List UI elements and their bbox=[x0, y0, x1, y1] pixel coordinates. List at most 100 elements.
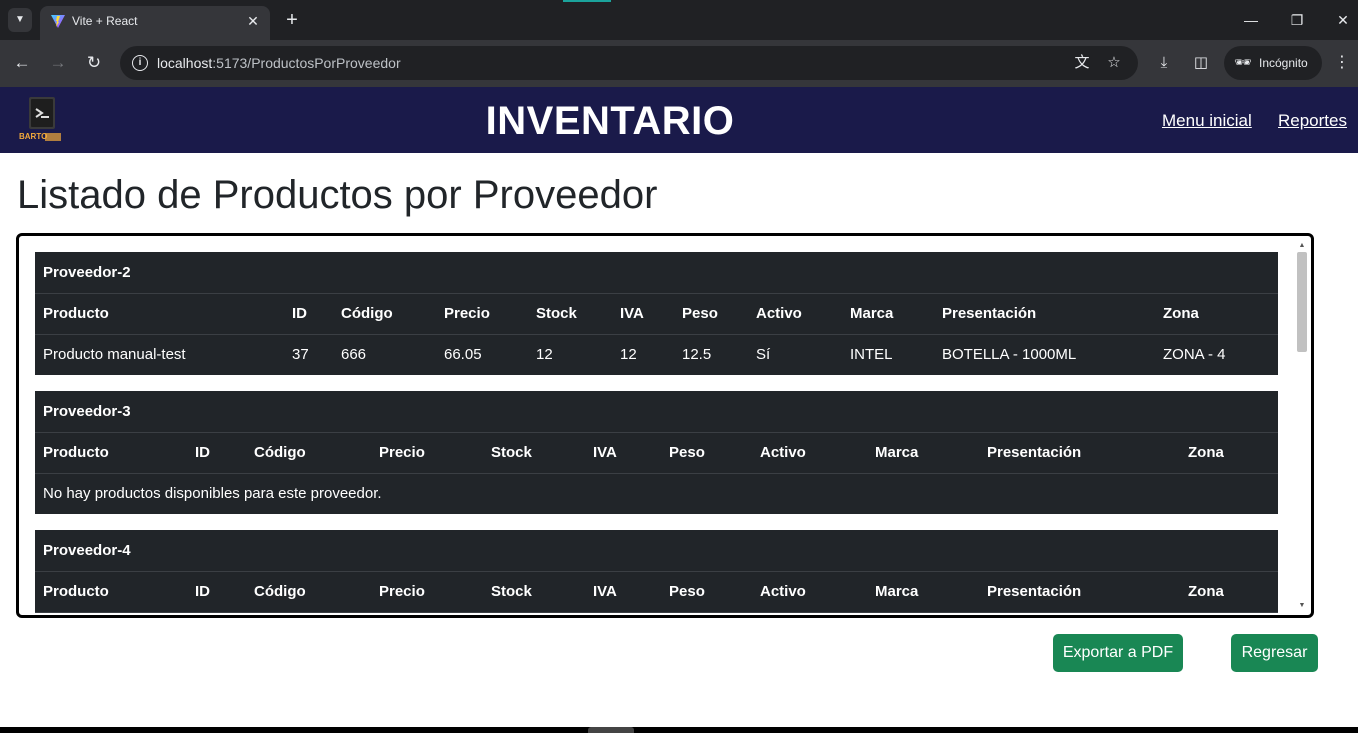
table-cell: 12 bbox=[620, 346, 637, 364]
column-header: Código bbox=[246, 571, 371, 613]
column-header: Precio bbox=[371, 571, 483, 613]
export-pdf-button[interactable]: Exportar a PDF bbox=[1053, 634, 1183, 672]
provider-table: Proveedor-3 Producto ID Código Precio St… bbox=[35, 391, 1278, 514]
column-header: Activo bbox=[748, 293, 842, 335]
table-header-row: Producto ID Código Precio Stock IVA Peso… bbox=[35, 293, 1278, 335]
provider-name-row: Proveedor-4 bbox=[35, 530, 1278, 572]
column-header: IVA bbox=[585, 571, 661, 613]
incognito-icon: 🕶 bbox=[1234, 54, 1252, 70]
column-header: Presentación bbox=[934, 293, 1155, 335]
table-cell: 12.5 bbox=[682, 346, 712, 364]
tab-title: Vite + React bbox=[72, 14, 138, 28]
page-title: Listado de Productos por Proveedor bbox=[17, 173, 658, 217]
scroll-down-icon[interactable]: ▼ bbox=[1298, 602, 1306, 610]
provider-table: Proveedor-2 Producto ID Código Precio St… bbox=[35, 252, 1278, 375]
scrollbar-thumb[interactable] bbox=[1297, 252, 1307, 352]
table-cell: ZONA - 4 bbox=[1163, 346, 1226, 364]
column-header: Código bbox=[333, 293, 436, 335]
column-header: Peso bbox=[674, 293, 748, 335]
column-header: Stock bbox=[483, 571, 585, 613]
browser-tab-bar: ▼ Vite + React ✕ + — ❐ ✕ bbox=[0, 0, 1358, 40]
column-header: Activo bbox=[752, 432, 867, 474]
column-header: ID bbox=[187, 571, 246, 613]
vite-logo-icon bbox=[51, 15, 65, 28]
empty-row: No hay productos disponibles para este p… bbox=[35, 473, 1278, 514]
close-window-icon[interactable]: ✕ bbox=[1333, 10, 1353, 30]
taskbar-indicator bbox=[588, 727, 634, 733]
column-header: Producto bbox=[35, 432, 187, 474]
nav-link-menu-inicial[interactable]: Menu inicial bbox=[1162, 111, 1252, 131]
bookmark-star-icon[interactable]: ☆ bbox=[1104, 53, 1124, 73]
page-viewport: BARTO INVENTARIO Menu inicial Reportes L… bbox=[0, 87, 1358, 727]
column-header: Peso bbox=[661, 571, 752, 613]
table-cell: 666 bbox=[341, 346, 367, 364]
column-header: IVA bbox=[585, 432, 661, 474]
column-header: ID bbox=[187, 432, 246, 474]
table-cell: Producto manual-test bbox=[43, 346, 186, 364]
tab-strip-accent bbox=[563, 0, 611, 2]
provider-name-row: Proveedor-3 bbox=[35, 391, 1278, 433]
column-header: Stock bbox=[528, 293, 612, 335]
table-cell: INTEL bbox=[850, 346, 893, 364]
close-tab-icon[interactable]: ✕ bbox=[244, 12, 262, 30]
table-header-row: Producto ID Código Precio Stock IVA Peso… bbox=[35, 432, 1278, 474]
url-text[interactable]: localhost:5173/ProductosPorProveedor bbox=[157, 55, 401, 71]
back-button[interactable]: Regresar bbox=[1231, 634, 1318, 672]
browser-menu-icon[interactable]: ⋮ bbox=[1334, 52, 1350, 74]
download-icon[interactable]: ⤓ bbox=[1153, 52, 1175, 74]
new-tab-icon[interactable]: + bbox=[282, 8, 302, 32]
side-panel-icon[interactable]: ◫ bbox=[1190, 52, 1212, 74]
column-header: Zona bbox=[1180, 571, 1278, 613]
table-cell: 66.05 bbox=[444, 346, 482, 364]
minimize-icon[interactable]: — bbox=[1241, 10, 1261, 30]
app-title: INVENTARIO bbox=[485, 99, 735, 143]
incognito-badge[interactable]: 🕶 Incógnito bbox=[1224, 46, 1322, 80]
providers-scroll-container[interactable]: Proveedor-2 Producto ID Código Precio St… bbox=[16, 233, 1314, 618]
column-header: Activo bbox=[752, 571, 867, 613]
restore-icon[interactable]: ❐ bbox=[1287, 10, 1307, 30]
column-header: ID bbox=[284, 293, 333, 335]
scroll-up-icon[interactable]: ▲ bbox=[1298, 242, 1306, 250]
column-header: Presentación bbox=[979, 571, 1180, 613]
column-header: Marca bbox=[867, 571, 979, 613]
column-header: Marca bbox=[867, 432, 979, 474]
table-cell: 12 bbox=[536, 346, 553, 364]
provider-name: Proveedor-4 bbox=[35, 530, 1278, 572]
column-header: Zona bbox=[1155, 293, 1278, 335]
column-header: Peso bbox=[661, 432, 752, 474]
translate-icon[interactable]: 文 bbox=[1072, 53, 1092, 73]
address-bar[interactable]: i localhost:5173/ProductosPorProveedor 文… bbox=[120, 46, 1138, 80]
column-header: Marca bbox=[842, 293, 934, 335]
chevron-down-icon: ▼ bbox=[15, 14, 25, 25]
table-cell: Sí bbox=[756, 346, 771, 364]
providers-list: Proveedor-2 Producto ID Código Precio St… bbox=[35, 252, 1278, 615]
back-arrow-icon[interactable]: ← bbox=[11, 52, 33, 74]
provider-name-row: Proveedor-2 bbox=[35, 252, 1278, 294]
taskbar-strip bbox=[0, 727, 1358, 733]
column-header: IVA bbox=[612, 293, 674, 335]
app-navbar: BARTO INVENTARIO Menu inicial Reportes bbox=[0, 87, 1358, 153]
reload-icon[interactable]: ↻ bbox=[83, 52, 105, 74]
column-header: Código bbox=[246, 432, 371, 474]
column-header: Precio bbox=[436, 293, 528, 335]
column-header: Producto bbox=[35, 571, 187, 613]
browser-tab[interactable]: Vite + React ✕ bbox=[40, 6, 270, 40]
table-cell: BOTELLA - 1000ML bbox=[942, 346, 1077, 364]
column-header: Zona bbox=[1180, 432, 1278, 474]
column-header: Precio bbox=[371, 432, 483, 474]
vertical-scrollbar[interactable]: ▲ ▼ bbox=[1295, 240, 1309, 612]
table-row: Producto manual-test 37 666 66.05 12 12 … bbox=[35, 334, 1278, 375]
provider-table: Proveedor-4 Producto ID Código Precio St… bbox=[35, 530, 1278, 613]
nav-link-reportes[interactable]: Reportes bbox=[1278, 111, 1347, 131]
empty-message: No hay productos disponibles para este p… bbox=[43, 485, 382, 503]
column-header: Producto bbox=[35, 293, 284, 335]
incognito-label: Incógnito bbox=[1259, 56, 1308, 70]
site-info-icon[interactable]: i bbox=[132, 55, 148, 71]
column-header: Presentación bbox=[979, 432, 1180, 474]
tab-search-button[interactable]: ▼ bbox=[8, 8, 32, 32]
browser-toolbar: ← → ↻ i localhost:5173/ProductosPorProve… bbox=[0, 40, 1358, 87]
column-header: Stock bbox=[483, 432, 585, 474]
forward-arrow-icon[interactable]: → bbox=[47, 52, 69, 74]
table-header-row: Producto ID Código Precio Stock IVA Peso… bbox=[35, 571, 1278, 613]
provider-name: Proveedor-3 bbox=[35, 391, 1278, 433]
